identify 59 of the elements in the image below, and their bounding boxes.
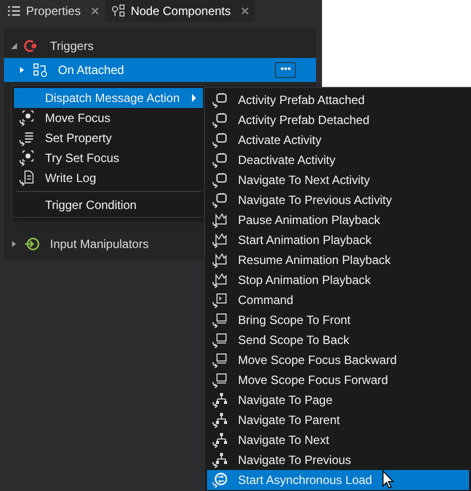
monitor-icon bbox=[211, 372, 227, 388]
monitor-icon bbox=[211, 332, 227, 348]
menu-item[interactable]: Start Animation Playback bbox=[207, 230, 469, 250]
menu-item[interactable]: Navigate To Next bbox=[207, 430, 469, 450]
menu-item[interactable]: Pause Animation Playback bbox=[207, 210, 469, 230]
menu-item[interactable]: Stop Animation Playback bbox=[207, 270, 469, 290]
speech-bubble-icon bbox=[211, 112, 227, 128]
tree-row[interactable]: Triggers bbox=[4, 34, 102, 58]
menu-item[interactable]: Resume Animation Playback bbox=[207, 250, 469, 270]
speech-bubble-icon bbox=[211, 172, 227, 188]
menu-item[interactable]: Activity Prefab Attached bbox=[207, 90, 469, 110]
monitor-icon bbox=[211, 352, 227, 368]
mouse-cursor-icon bbox=[382, 470, 394, 489]
menu-item[interactable]: Move Focus bbox=[14, 108, 203, 128]
component-icon bbox=[32, 62, 48, 78]
focus-target-icon bbox=[18, 150, 34, 166]
menu-item[interactable]: Start Asynchronous Load bbox=[207, 470, 469, 490]
terminal-icon bbox=[211, 292, 227, 308]
menu-item[interactable]: Navigate To Previous bbox=[207, 450, 469, 470]
speech-bubble-icon bbox=[211, 152, 227, 168]
hierarchy-icon bbox=[211, 432, 227, 448]
hierarchy-icon bbox=[211, 452, 227, 468]
menu-item[interactable]: Set Property bbox=[14, 128, 203, 148]
tree-row[interactable]: On Attached ••• bbox=[4, 58, 316, 82]
menu-item[interactable]: Bring Scope To Front bbox=[207, 310, 469, 330]
property-list-icon bbox=[18, 130, 34, 146]
document-icon bbox=[18, 170, 34, 186]
hierarchy-icon bbox=[211, 412, 227, 428]
menu-item[interactable]: Dispatch Message Action bbox=[14, 88, 203, 108]
menu-item[interactable]: Command bbox=[207, 290, 469, 310]
speech-bubble-icon bbox=[211, 192, 227, 208]
focus-target-icon bbox=[18, 110, 34, 126]
menu-item[interactable]: Trigger Condition bbox=[14, 195, 203, 215]
submenu-arrow-icon bbox=[191, 94, 197, 102]
menu-item[interactable]: Navigate To Parent bbox=[207, 410, 469, 430]
expand-triangle-icon[interactable] bbox=[10, 240, 18, 248]
menu-item[interactable]: Activate Activity bbox=[207, 130, 469, 150]
collapse-triangle-icon[interactable] bbox=[10, 42, 18, 50]
tree-row[interactable]: Input Manipulators bbox=[4, 232, 157, 256]
menu-item[interactable]: Try Set Focus bbox=[14, 148, 203, 168]
expand-triangle-icon[interactable] bbox=[18, 66, 26, 74]
menu-item[interactable]: Deactivate Activity bbox=[207, 150, 469, 170]
more-options-button[interactable]: ••• bbox=[275, 62, 296, 78]
speech-bubble-icon bbox=[211, 132, 227, 148]
menu-item[interactable]: Activity Prefab Detached bbox=[207, 110, 469, 130]
menu-item[interactable]: Write Log bbox=[14, 168, 203, 188]
menu-item[interactable]: Navigate To Page bbox=[207, 390, 469, 410]
speech-bubble-icon bbox=[211, 92, 227, 108]
hierarchy-icon bbox=[211, 392, 227, 408]
monitor-icon bbox=[211, 312, 227, 328]
menu-item[interactable]: Navigate To Next Activity bbox=[207, 170, 469, 190]
menu-item[interactable]: Move Scope Focus Forward bbox=[207, 370, 469, 390]
panel-tab[interactable]: Node Components bbox=[104, 0, 255, 22]
menu-item[interactable]: Navigate To Previous Activity bbox=[207, 190, 469, 210]
close-icon[interactable] bbox=[240, 7, 249, 15]
close-icon[interactable] bbox=[90, 7, 99, 15]
menu-item[interactable]: Send Scope To Back bbox=[207, 330, 469, 350]
nodes-icon bbox=[110, 3, 127, 19]
menu-item[interactable]: Move Scope Focus Backward bbox=[207, 350, 469, 370]
